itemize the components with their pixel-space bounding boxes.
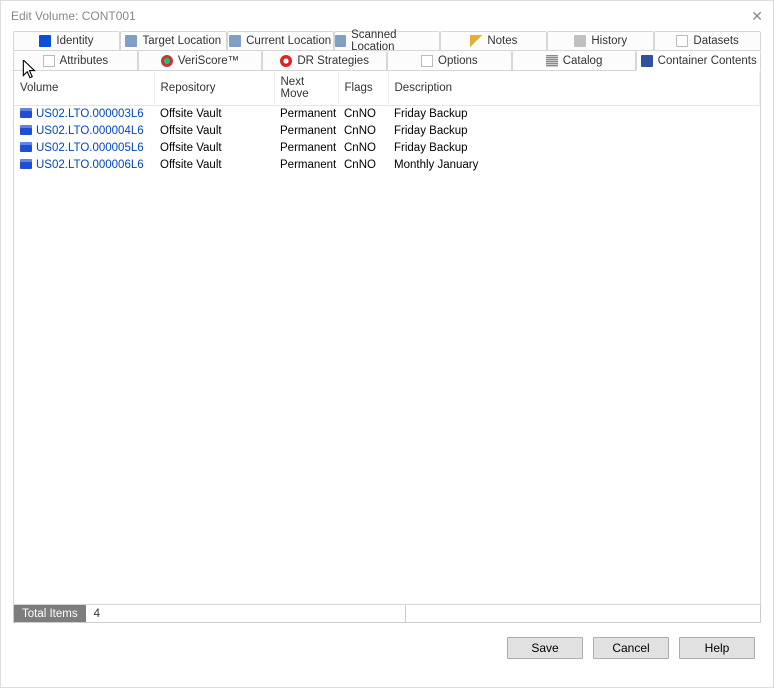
tab-current-location[interactable]: Current Location xyxy=(227,31,334,51)
tabstrip: Identity Target Location Current Location S… xyxy=(1,31,773,71)
titlebar: Edit Volume: CONT001 ✕ xyxy=(1,1,773,31)
tab-attributes[interactable]: Attributes xyxy=(13,51,138,71)
cell-volume: US02.LTO.000005L6 xyxy=(14,140,154,157)
tab-veriscore-[interactable]: VeriScore™ xyxy=(138,51,263,71)
col-flags[interactable]: Flags xyxy=(338,71,388,106)
tab-label: History xyxy=(591,35,627,47)
tab-label: Notes xyxy=(487,35,517,47)
table-row[interactable]: US02.LTO.000004L6Offsite VaultPermanentC… xyxy=(14,123,760,140)
cell-volume: US02.LTO.000004L6 xyxy=(14,123,154,140)
cell-nextmove: Permanent xyxy=(274,140,338,157)
volumes-table: VolumeRepositoryNext MoveFlagsDescriptio… xyxy=(14,71,760,174)
cell-repository: Offsite Vault xyxy=(154,140,274,157)
hist-icon xyxy=(574,35,586,47)
volume-icon xyxy=(20,108,32,118)
tab-label: VeriScore™ xyxy=(178,55,239,67)
tab-dr-strategies[interactable]: DR Strategies xyxy=(262,51,387,71)
volume-icon xyxy=(20,125,32,135)
loc-icon xyxy=(125,35,137,47)
tab-identity[interactable]: Identity xyxy=(13,31,120,51)
dr-icon xyxy=(280,55,292,67)
loc-icon xyxy=(335,35,347,47)
cell-flags: CnNO xyxy=(338,106,388,123)
tab-scanned-location[interactable]: Scanned Location xyxy=(334,31,441,51)
pen-icon xyxy=(470,35,482,47)
content-panel: VolumeRepositoryNext MoveFlagsDescriptio… xyxy=(13,71,761,605)
vscore-icon xyxy=(161,55,173,67)
table-row[interactable]: US02.LTO.000003L6Offsite VaultPermanentC… xyxy=(14,106,760,123)
cell-description: Monthly January xyxy=(388,157,760,174)
table-header-row: VolumeRepositoryNext MoveFlagsDescriptio… xyxy=(14,71,760,106)
loc-icon xyxy=(229,35,241,47)
window-title: Edit Volume: CONT001 xyxy=(11,9,136,23)
save-button[interactable]: Save xyxy=(507,637,583,659)
cell-nextmove: Permanent xyxy=(274,157,338,174)
tab-label: Catalog xyxy=(563,55,603,67)
tab-catalog[interactable]: Catalog xyxy=(512,51,637,71)
col-description[interactable]: Description xyxy=(388,71,760,106)
cell-repository: Offsite Vault xyxy=(154,157,274,174)
tab-history[interactable]: History xyxy=(547,31,654,51)
tab-label: Scanned Location xyxy=(351,29,439,53)
cell-description: Friday Backup xyxy=(388,123,760,140)
cell-nextmove: Permanent xyxy=(274,123,338,140)
tab-label: Target Location xyxy=(142,35,221,47)
volume-icon xyxy=(20,159,32,169)
col-repository[interactable]: Repository xyxy=(154,71,274,106)
tab-options[interactable]: Options xyxy=(387,51,512,71)
tab-container-contents[interactable]: Container Contents xyxy=(636,51,761,71)
cell-description: Friday Backup xyxy=(388,106,760,123)
tab-label: Options xyxy=(438,55,478,67)
tab-label: Identity xyxy=(56,35,93,47)
cat-icon xyxy=(546,55,558,67)
tab-label: Attributes xyxy=(60,55,109,67)
opt-icon xyxy=(421,55,433,67)
col-next-move[interactable]: Next Move xyxy=(274,71,338,106)
tab-label: Container Contents xyxy=(658,55,757,67)
attr-icon xyxy=(43,55,55,67)
dialog-buttons: Save Cancel Help xyxy=(1,623,773,673)
id-icon xyxy=(39,35,51,47)
cell-volume: US02.LTO.000006L6 xyxy=(14,157,154,174)
cell-flags: CnNO xyxy=(338,123,388,140)
cont-icon xyxy=(641,55,653,67)
tab-label: Datasets xyxy=(693,35,738,47)
cell-repository: Offsite Vault xyxy=(154,106,274,123)
status-value: 4 xyxy=(86,605,406,622)
cell-flags: CnNO xyxy=(338,157,388,174)
ds-icon xyxy=(676,35,688,47)
table-body: US02.LTO.000003L6Offsite VaultPermanentC… xyxy=(14,106,760,174)
cancel-button[interactable]: Cancel xyxy=(593,637,669,659)
tab-row-1: Identity Target Location Current Location S… xyxy=(13,31,761,51)
table-row[interactable]: US02.LTO.000006L6Offsite VaultPermanentC… xyxy=(14,157,760,174)
tab-label: DR Strategies xyxy=(297,55,369,67)
col-volume[interactable]: Volume xyxy=(14,71,154,106)
tab-label: Current Location xyxy=(246,35,331,47)
cell-repository: Offsite Vault xyxy=(154,123,274,140)
status-label: Total Items xyxy=(14,605,86,622)
statusbar: Total Items 4 xyxy=(13,605,761,623)
tab-row-2: Attributes VeriScore™ DR Strategies Options… xyxy=(13,51,761,71)
cell-flags: CnNO xyxy=(338,140,388,157)
volume-icon xyxy=(20,142,32,152)
cell-nextmove: Permanent xyxy=(274,106,338,123)
tab-notes[interactable]: Notes xyxy=(440,31,547,51)
table-row[interactable]: US02.LTO.000005L6Offsite VaultPermanentC… xyxy=(14,140,760,157)
tab-target-location[interactable]: Target Location xyxy=(120,31,227,51)
cell-volume: US02.LTO.000003L6 xyxy=(14,106,154,123)
close-icon[interactable]: ✕ xyxy=(733,8,763,25)
tab-datasets[interactable]: Datasets xyxy=(654,31,761,51)
help-button[interactable]: Help xyxy=(679,637,755,659)
cell-description: Friday Backup xyxy=(388,140,760,157)
